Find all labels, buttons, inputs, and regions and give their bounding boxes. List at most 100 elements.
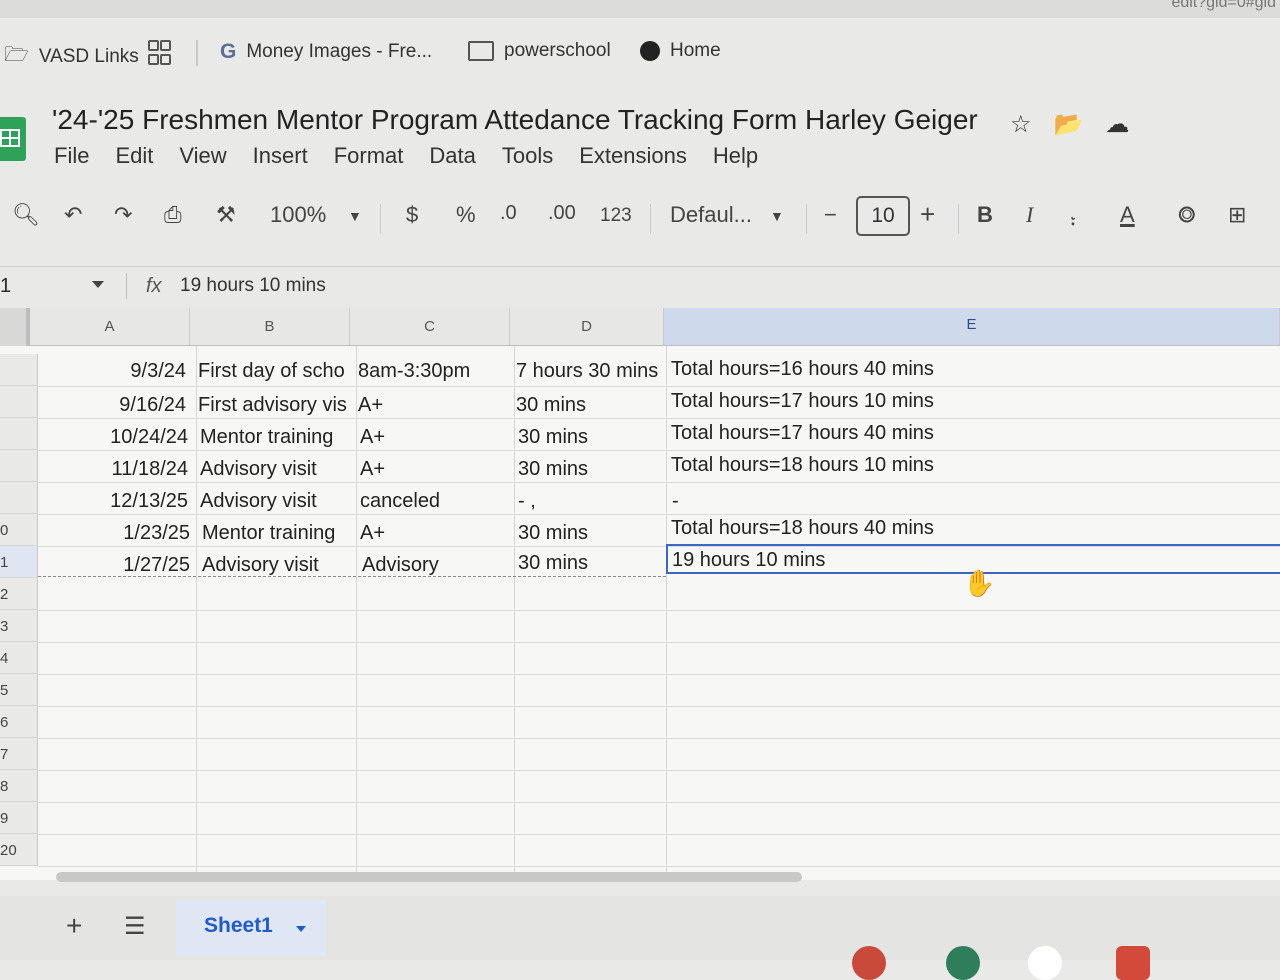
cell-e-total[interactable]: Total hours=17 hours 40 mins xyxy=(671,422,1271,445)
cell-b-event[interactable]: First advisory vis xyxy=(198,394,354,417)
formula-input[interactable]: 19 hours 10 mins xyxy=(180,275,326,297)
row-header-selected[interactable]: 1 xyxy=(0,546,38,578)
menu-file[interactable]: File xyxy=(54,143,89,169)
cloud-status-icon[interactable]: ☁ xyxy=(1105,110,1129,139)
menu-tools[interactable]: Tools xyxy=(502,143,553,169)
font-select[interactable]: Defaul... xyxy=(670,202,752,228)
cell-d-duration[interactable]: 30 mins xyxy=(516,394,664,417)
cell-e-total[interactable]: Total hours=18 hours 40 mins xyxy=(671,517,1271,540)
italic-button[interactable]: I xyxy=(1026,202,1033,228)
bookmark-home[interactable]: Home xyxy=(640,40,721,62)
chevron-down-icon[interactable]: ▼ xyxy=(770,208,784,224)
column-header-d[interactable]: D xyxy=(510,308,664,346)
row-header[interactable]: 0 xyxy=(0,514,38,546)
menu-view[interactable]: View xyxy=(179,143,226,169)
increase-decimal-button[interactable]: .00 xyxy=(548,202,576,225)
cell-c-grade[interactable]: A+ xyxy=(360,522,514,545)
cell-a-date[interactable]: 12/13/25 xyxy=(40,490,188,513)
cell-c-grade[interactable]: 8am-3:30pm xyxy=(358,360,512,383)
row-header[interactable]: 4 xyxy=(0,642,38,674)
cell-e-total[interactable]: Total hours=18 hours 10 mins xyxy=(671,454,1271,477)
cell-a-date[interactable]: 9/16/24 xyxy=(40,394,186,417)
menu-data[interactable]: Data xyxy=(429,143,475,169)
cell-b-event[interactable]: Mentor training xyxy=(200,426,356,449)
zoom-select[interactable]: 100% xyxy=(270,202,326,228)
cell-a-date[interactable]: 1/23/25 xyxy=(40,522,190,545)
fill-color-icon[interactable]: ⭗ xyxy=(1178,202,1195,228)
column-header-c[interactable]: C xyxy=(350,308,510,346)
cell-b-event[interactable]: Mentor training xyxy=(202,522,358,545)
bookmark-apps[interactable] xyxy=(148,40,171,65)
bookmark-powerschool[interactable]: powerschool xyxy=(468,40,611,62)
row-header[interactable] xyxy=(0,418,38,450)
row-header[interactable]: 9 xyxy=(0,802,38,834)
cell-e-total[interactable]: - xyxy=(672,490,1272,513)
row-header[interactable]: 5 xyxy=(0,674,38,706)
row-header[interactable]: 20 xyxy=(0,834,38,866)
cell-a-date[interactable]: 10/24/24 xyxy=(40,426,188,449)
menu-extensions[interactable]: Extensions xyxy=(579,143,687,169)
cell-d-duration[interactable]: 30 mins xyxy=(518,458,666,481)
tab-sheet1[interactable]: Sheet1 xyxy=(176,900,326,956)
cell-c-grade[interactable]: A+ xyxy=(358,394,512,417)
name-box-dropdown-icon[interactable] xyxy=(92,281,104,288)
select-all-corner[interactable] xyxy=(0,308,30,346)
cell-b-event[interactable]: Advisory visit xyxy=(200,490,356,513)
add-sheet-button[interactable]: + xyxy=(66,910,82,942)
row-header[interactable] xyxy=(0,386,38,418)
cell-b-event[interactable]: Advisory visit xyxy=(202,554,358,577)
cell-b-event[interactable]: First day of scho xyxy=(198,360,354,383)
cell-d-duration[interactable]: 30 mins xyxy=(518,426,666,449)
bookmark-money-images[interactable]: G Money Images - Fre... xyxy=(220,40,432,64)
address-bar[interactable]: edit?gid=0#gid xyxy=(0,0,1280,18)
print-icon[interactable]: ⎙ xyxy=(164,202,182,228)
format-percent-button[interactable]: % xyxy=(456,202,476,228)
row-header[interactable]: 3 xyxy=(0,610,38,642)
search-icon[interactable]: 🔍︎ xyxy=(12,202,40,228)
taskbar-app-icon[interactable] xyxy=(946,946,980,980)
menu-format[interactable]: Format xyxy=(334,143,404,169)
cell-e-total[interactable]: Total hours=16 hours 40 mins xyxy=(671,358,1271,381)
menu-help[interactable]: Help xyxy=(713,143,758,169)
bookmark-vasd-links[interactable]: 🗁 VASD Links xyxy=(4,40,139,74)
taskbar-app-icon[interactable] xyxy=(852,946,886,980)
row-header[interactable] xyxy=(0,354,38,386)
undo-icon[interactable]: ↶ xyxy=(64,202,82,228)
row-header[interactable]: 7 xyxy=(0,738,38,770)
document-title[interactable]: '24-'25 Freshmen Mentor Program Attedanc… xyxy=(52,104,978,136)
font-size-increase-button[interactable]: + xyxy=(920,199,935,230)
cell-a-date[interactable]: 1/27/25 xyxy=(40,554,190,577)
row-header[interactable]: 2 xyxy=(0,578,38,610)
cell-c-grade[interactable]: Advisory xyxy=(362,554,514,577)
strikethrough-icon[interactable]: ⹎ xyxy=(1070,202,1076,232)
font-size-decrease-button[interactable]: − xyxy=(824,202,837,228)
sheets-logo-icon[interactable] xyxy=(0,117,26,161)
move-folder-icon[interactable]: 📂 xyxy=(1054,110,1084,139)
cell-c-grade[interactable]: A+ xyxy=(360,426,514,449)
name-box[interactable]: 1 xyxy=(0,275,11,298)
menu-edit[interactable]: Edit xyxy=(115,143,153,169)
cell-d-duration[interactable]: 30 mins xyxy=(518,552,666,575)
taskbar-app-icon[interactable] xyxy=(1116,946,1150,980)
taskbar-app-icon[interactable] xyxy=(1028,946,1062,980)
horizontal-scrollbar[interactable] xyxy=(56,872,802,882)
row-header[interactable]: 6 xyxy=(0,706,38,738)
star-icon[interactable]: ☆ xyxy=(1010,110,1032,139)
all-sheets-menu-icon[interactable]: ☰ xyxy=(124,912,146,941)
format-currency-button[interactable]: $ xyxy=(406,202,418,228)
font-size-input[interactable]: 10 xyxy=(856,196,910,236)
cell-b-event[interactable]: Advisory visit xyxy=(200,458,356,481)
menu-insert[interactable]: Insert xyxy=(253,143,308,169)
redo-icon[interactable]: ↷ xyxy=(114,202,132,228)
cell-d-duration[interactable]: 30 mins xyxy=(518,522,666,545)
row-header[interactable] xyxy=(0,450,38,482)
paint-format-icon[interactable]: ⚒ xyxy=(216,202,236,228)
cell-a-date[interactable]: 9/3/24 xyxy=(40,360,186,383)
bold-button[interactable]: B xyxy=(977,202,993,228)
cell-d-duration[interactable]: 7 hours 30 mins xyxy=(516,360,664,383)
cell-c-grade[interactable]: A+ xyxy=(360,458,514,481)
column-header-e[interactable]: E xyxy=(664,308,1280,346)
cell-c-grade[interactable]: canceled xyxy=(360,490,514,513)
more-formats-button[interactable]: 123 xyxy=(600,205,632,227)
column-header-b[interactable]: B xyxy=(190,308,350,346)
